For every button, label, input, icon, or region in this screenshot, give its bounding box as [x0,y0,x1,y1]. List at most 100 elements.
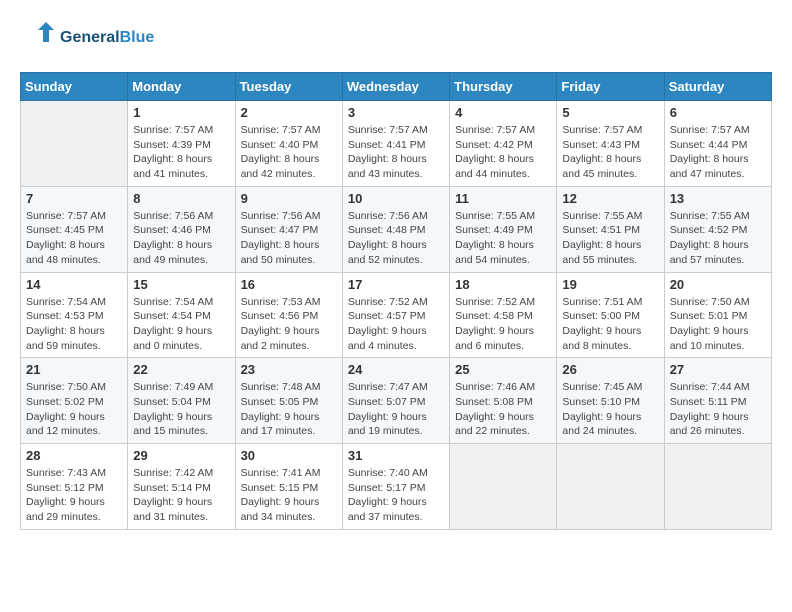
day-detail: Sunrise: 7:54 AM Sunset: 4:54 PM Dayligh… [133,295,229,354]
calendar-cell: 3 Sunrise: 7:57 AM Sunset: 4:41 PM Daylig… [342,101,449,187]
calendar-week-2: 7 Sunrise: 7:57 AM Sunset: 4:45 PM Daylig… [21,186,772,272]
day-number: 10 [348,191,444,206]
calendar-cell: 8Sunrise: 7:56 AM Sunset: 4:46 PM Daylig… [128,186,235,272]
logo: GeneralBlue [20,20,154,56]
day-number: 6 [670,105,766,120]
day-detail: Sunrise: 7:57 AM Sunset: 4:43 PM Dayligh… [562,123,658,182]
calendar-cell: 15 Sunrise: 7:54 AM Sunset: 4:54 PM Dayli… [128,272,235,358]
day-number: 14 [26,277,122,292]
calendar-cell [664,444,771,530]
calendar-cell: 7 Sunrise: 7:57 AM Sunset: 4:45 PM Daylig… [21,186,128,272]
day-number: 11 [455,191,551,206]
weekday-header-friday: Friday [557,73,664,101]
day-number: 17 [348,277,444,292]
day-detail: Sunrise: 7:57 AM Sunset: 4:45 PM Dayligh… [26,209,122,268]
weekday-header-saturday: Saturday [664,73,771,101]
day-number: 16 [241,277,337,292]
calendar-cell: 25 Sunrise: 7:46 AM Sunset: 5:08 PM Dayli… [450,358,557,444]
day-number: 28 [26,448,122,463]
day-detail: Sunrise: 7:56 AM Sunset: 4:46 PM Dayligh… [133,209,229,268]
day-number: 2 [241,105,337,120]
day-detail: Sunrise: 7:57 AM Sunset: 4:40 PM Dayligh… [241,123,337,182]
day-detail: Sunrise: 7:50 AM Sunset: 5:01 PM Dayligh… [670,295,766,354]
calendar-cell: 1Sunrise: 7:57 AM Sunset: 4:39 PM Daylig… [128,101,235,187]
calendar-cell: 22 Sunrise: 7:49 AM Sunset: 5:04 PM Dayli… [128,358,235,444]
day-number: 13 [670,191,766,206]
day-detail: Sunrise: 7:55 AM Sunset: 4:51 PM Dayligh… [562,209,658,268]
day-number: 12 [562,191,658,206]
day-detail: Sunrise: 7:52 AM Sunset: 4:57 PM Dayligh… [348,295,444,354]
day-detail: Sunrise: 7:48 AM Sunset: 5:05 PM Dayligh… [241,380,337,439]
day-number: 22 [133,362,229,377]
calendar-cell: 24 Sunrise: 7:47 AM Sunset: 5:07 PM Dayli… [342,358,449,444]
day-detail: Sunrise: 7:56 AM Sunset: 4:48 PM Dayligh… [348,209,444,268]
day-detail: Sunrise: 7:47 AM Sunset: 5:07 PM Dayligh… [348,380,444,439]
calendar-cell: 29 Sunrise: 7:42 AM Sunset: 5:14 PM Dayli… [128,444,235,530]
day-number: 29 [133,448,229,463]
calendar-table: SundayMondayTuesdayWednesdayThursdayFrid… [20,72,772,530]
calendar-cell: 18 Sunrise: 7:52 AM Sunset: 4:58 PM Dayli… [450,272,557,358]
logo-svg [20,20,56,56]
calendar-cell: 5 Sunrise: 7:57 AM Sunset: 4:43 PM Daylig… [557,101,664,187]
day-detail: Sunrise: 7:40 AM Sunset: 5:17 PM Dayligh… [348,466,444,525]
weekday-header-row: SundayMondayTuesdayWednesdayThursdayFrid… [21,73,772,101]
calendar-cell: 9Sunrise: 7:56 AM Sunset: 4:47 PM Daylig… [235,186,342,272]
weekday-header-thursday: Thursday [450,73,557,101]
day-detail: Sunrise: 7:53 AM Sunset: 4:56 PM Dayligh… [241,295,337,354]
calendar-cell: 27 Sunrise: 7:44 AM Sunset: 5:11 PM Dayli… [664,358,771,444]
calendar-cell: 12 Sunrise: 7:55 AM Sunset: 4:51 PM Dayli… [557,186,664,272]
day-number: 3 [348,105,444,120]
day-detail: Sunrise: 7:45 AM Sunset: 5:10 PM Dayligh… [562,380,658,439]
day-number: 15 [133,277,229,292]
day-number: 27 [670,362,766,377]
day-detail: Sunrise: 7:55 AM Sunset: 4:52 PM Dayligh… [670,209,766,268]
day-detail: Sunrise: 7:44 AM Sunset: 5:11 PM Dayligh… [670,380,766,439]
day-number: 25 [455,362,551,377]
calendar-week-1: 1Sunrise: 7:57 AM Sunset: 4:39 PM Daylig… [21,101,772,187]
calendar-week-3: 14 Sunrise: 7:54 AM Sunset: 4:53 PM Dayli… [21,272,772,358]
calendar-cell: 2 Sunrise: 7:57 AM Sunset: 4:40 PM Daylig… [235,101,342,187]
logo-blue: Blue [120,29,155,46]
weekday-header-monday: Monday [128,73,235,101]
day-number: 4 [455,105,551,120]
day-detail: Sunrise: 7:55 AM Sunset: 4:49 PM Dayligh… [455,209,551,268]
calendar-cell: 31 Sunrise: 7:40 AM Sunset: 5:17 PM Dayli… [342,444,449,530]
calendar-cell: 26Sunrise: 7:45 AM Sunset: 5:10 PM Dayli… [557,358,664,444]
calendar-week-5: 28 Sunrise: 7:43 AM Sunset: 5:12 PM Dayli… [21,444,772,530]
day-detail: Sunrise: 7:49 AM Sunset: 5:04 PM Dayligh… [133,380,229,439]
day-detail: Sunrise: 7:46 AM Sunset: 5:08 PM Dayligh… [455,380,551,439]
page-header: GeneralBlue [20,20,772,56]
calendar-cell: 6Sunrise: 7:57 AM Sunset: 4:44 PM Daylig… [664,101,771,187]
calendar-cell [557,444,664,530]
calendar-cell: 20Sunrise: 7:50 AM Sunset: 5:01 PM Dayli… [664,272,771,358]
calendar-cell: 23 Sunrise: 7:48 AM Sunset: 5:05 PM Dayli… [235,358,342,444]
day-number: 23 [241,362,337,377]
calendar-cell [450,444,557,530]
day-detail: Sunrise: 7:51 AM Sunset: 5:00 PM Dayligh… [562,295,658,354]
weekday-header-sunday: Sunday [21,73,128,101]
day-number: 5 [562,105,658,120]
calendar-cell: 14 Sunrise: 7:54 AM Sunset: 4:53 PM Dayli… [21,272,128,358]
weekday-header-tuesday: Tuesday [235,73,342,101]
day-detail: Sunrise: 7:43 AM Sunset: 5:12 PM Dayligh… [26,466,122,525]
logo-general: General [60,29,120,46]
calendar-cell: 17 Sunrise: 7:52 AM Sunset: 4:57 PM Dayli… [342,272,449,358]
calendar-cell: 30Sunrise: 7:41 AM Sunset: 5:15 PM Dayli… [235,444,342,530]
day-detail: Sunrise: 7:54 AM Sunset: 4:53 PM Dayligh… [26,295,122,354]
calendar-cell: 4 Sunrise: 7:57 AM Sunset: 4:42 PM Daylig… [450,101,557,187]
day-number: 9 [241,191,337,206]
day-number: 18 [455,277,551,292]
day-number: 31 [348,448,444,463]
calendar-cell [21,101,128,187]
calendar-week-4: 21Sunrise: 7:50 AM Sunset: 5:02 PM Dayli… [21,358,772,444]
day-detail: Sunrise: 7:52 AM Sunset: 4:58 PM Dayligh… [455,295,551,354]
day-number: 19 [562,277,658,292]
day-detail: Sunrise: 7:42 AM Sunset: 5:14 PM Dayligh… [133,466,229,525]
day-detail: Sunrise: 7:57 AM Sunset: 4:42 PM Dayligh… [455,123,551,182]
day-number: 24 [348,362,444,377]
day-number: 7 [26,191,122,206]
day-number: 30 [241,448,337,463]
calendar-cell: 19 Sunrise: 7:51 AM Sunset: 5:00 PM Dayli… [557,272,664,358]
day-detail: Sunrise: 7:57 AM Sunset: 4:41 PM Dayligh… [348,123,444,182]
calendar-cell: 10 Sunrise: 7:56 AM Sunset: 4:48 PM Dayli… [342,186,449,272]
